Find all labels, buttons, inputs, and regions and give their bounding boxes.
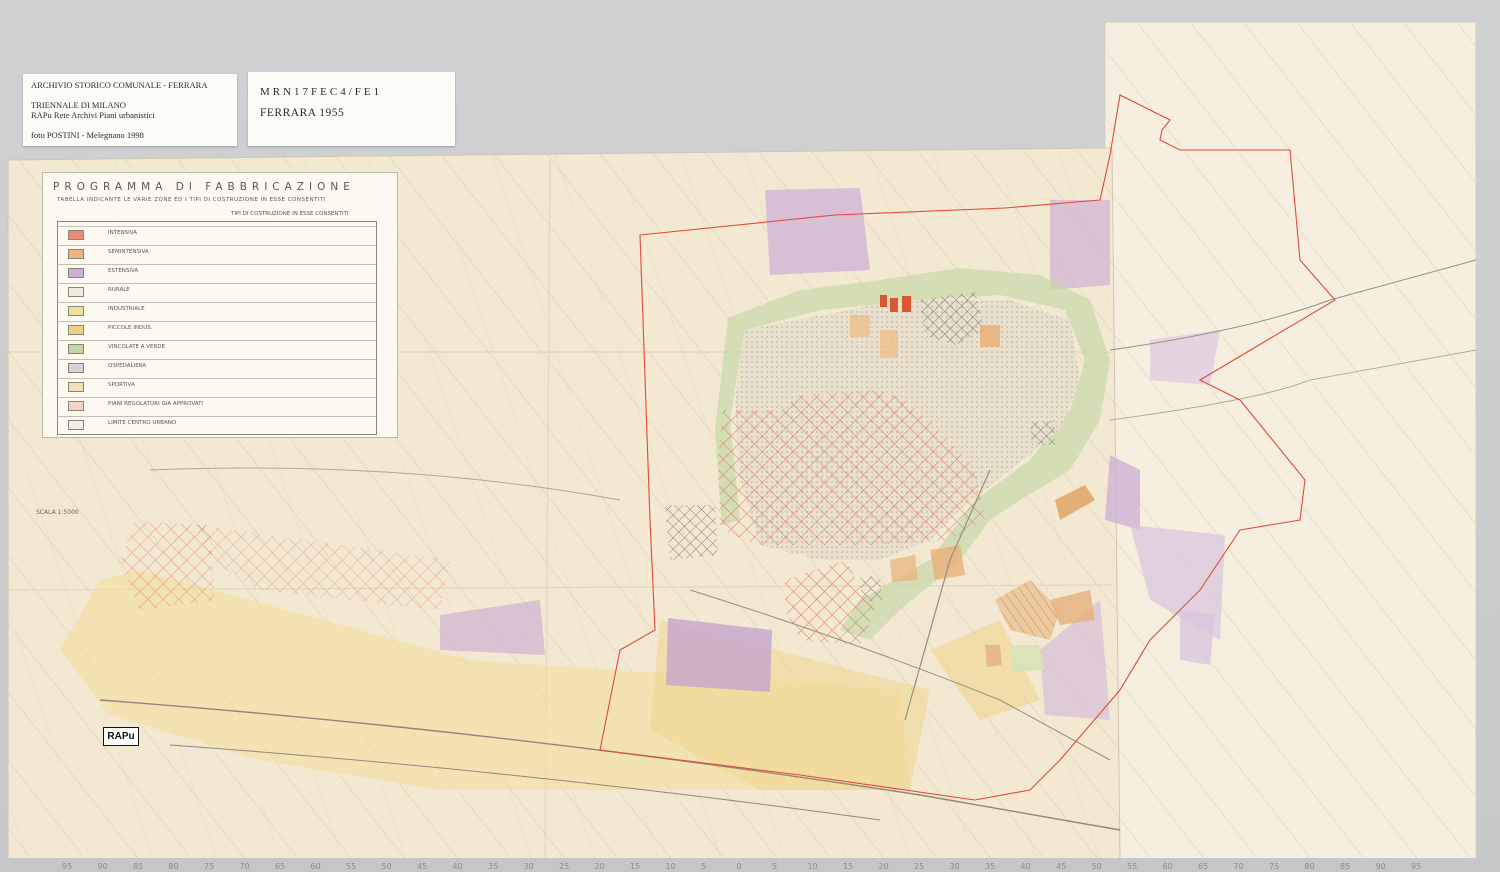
legend-row: SEMINTENSIVA [58,245,376,262]
ruler-label: 95 [62,862,73,871]
legend-zone-name: OSPEDALIERA [108,363,147,369]
legend-swatch [68,249,84,259]
legend-zone-name: VINCOLATE A VERDE [108,344,166,350]
ruler-label: 35 [985,862,996,871]
map-legend: PROGRAMMA DI FABBRICAZIONE TABELLA INDIC… [42,172,398,438]
ruler-label: 15 [843,862,854,871]
rapu-network-name: RAPu Rete Archivi Piani urbanistici [31,110,155,121]
ruler-label: 55 [1127,862,1138,871]
ruler-label: 50 [1091,862,1102,871]
ruler-label: 0 [736,862,742,871]
ruler-label: 5 [772,862,778,871]
ruler-label: 30 [523,862,534,871]
ruler-label: 35 [488,862,499,871]
ruler-label: 50 [381,862,392,871]
legend-row: ESTENSIVA [58,264,376,281]
legend-zone-name: INTENSIVA [108,230,137,236]
ruler-label: 25 [559,862,570,871]
ruler-label: 25 [914,862,925,871]
legend-zone-name: INDUSTRIALE [108,306,145,312]
ruler-label: 15 [630,862,641,871]
legend-title: PROGRAMMA DI FABBRICAZIONE [53,181,355,193]
photo-credit: foto POSTINI - Melegnano 1998 [31,129,144,140]
ruler-label: 10 [807,862,818,871]
map-scale: SCALA 1:5000 [36,509,79,516]
archive-label-card: ARCHIVIO STORICO COMUNALE - FERRARA TRIE… [23,74,237,146]
ruler-label: 90 [97,862,108,871]
triennale-name: TRIENNALE DI MILANO [31,99,126,110]
legend-swatch [68,344,84,354]
legend-zone-name: RURALE [108,287,130,293]
legend-subtitle: TABELLA INDICANTE LE VARIE ZONE ED I TIP… [57,197,327,203]
ruler-label: 80 [1304,862,1315,871]
ruler-label: 5 [701,862,707,871]
ruler-label: 90 [1375,862,1386,871]
ruler-label: 70 [239,862,250,871]
legend-zone-name: PICCOLE INDUS. [108,325,153,331]
legend-row: RURALE [58,283,376,300]
ruler-label: 65 [1198,862,1209,871]
legend-row: PICCOLE INDUS. [58,321,376,338]
ruler-label: 80 [168,862,179,871]
legend-swatch [68,420,84,430]
legend-swatch [68,287,84,297]
legend-swatch [68,325,84,335]
legend-zone-name: PIANI REGOLATORI GIA APPROVATI [108,401,204,407]
legend-zone-name: ESTENSIVA [108,268,139,274]
ruler-label: 85 [133,862,144,871]
legend-table: INTENSIVA SEMINTENSIVA ESTENSIVA RURALE INDU… [57,221,377,435]
legend-row: PIANI REGOLATORI GIA APPROVATI [58,397,376,414]
document-title: FERRARA 1955 [260,107,345,119]
ruler-label: 55 [346,862,357,871]
rapu-logo: RAPu [103,727,139,746]
ruler-label: 70 [1233,862,1244,871]
ruler-label: 45 [417,862,428,871]
legend-zone-name: LIMITE CENTRO URBANO [108,420,177,426]
legend-swatch [68,363,84,373]
legend-row: INTENSIVA [58,226,376,243]
ruler-label: 60 [310,862,321,871]
ruler-label: 20 [594,862,605,871]
document-code: MRN17FEC4/FE1 [260,86,383,98]
archive-name: ARCHIVIO STORICO COMUNALE - FERRARA [31,80,208,90]
legend-swatch [68,306,84,316]
ruler-label: 75 [1269,862,1280,871]
legend-swatch [68,268,84,278]
ruler-label: 40 [452,862,463,871]
ruler-label: 10 [665,862,676,871]
legend-swatch [68,382,84,392]
ruler-label: 30 [949,862,960,871]
ruler-label: 45 [1056,862,1067,871]
legend-swatch [68,401,84,411]
ruler-label: 20 [878,862,889,871]
document-id-card: MRN17FEC4/FE1 FERRARA 1955 [248,72,455,146]
legend-swatch [68,230,84,240]
legend-table-header: TIPI DI COSTRUZIONE IN ESSE CONSENTITI [231,211,349,217]
legend-row: LIMITE CENTRO URBANO [58,416,376,433]
legend-row: OSPEDALIERA [58,359,376,376]
ruler-label: 65 [275,862,286,871]
ruler-label: 75 [204,862,215,871]
legend-row: VINCOLATE A VERDE [58,340,376,357]
legend-row: SPORTIVA [58,378,376,395]
legend-zone-name: SPORTIVA [108,382,135,388]
ruler-label: 85 [1340,862,1351,871]
legend-row: INDUSTRIALE [58,302,376,319]
ruler-label: 95 [1411,862,1422,871]
legend-zone-name: SEMINTENSIVA [108,249,149,255]
map-sheet-extension [1104,21,1477,863]
ruler-label: 40 [1020,862,1031,871]
ruler-label: 60 [1162,862,1173,871]
